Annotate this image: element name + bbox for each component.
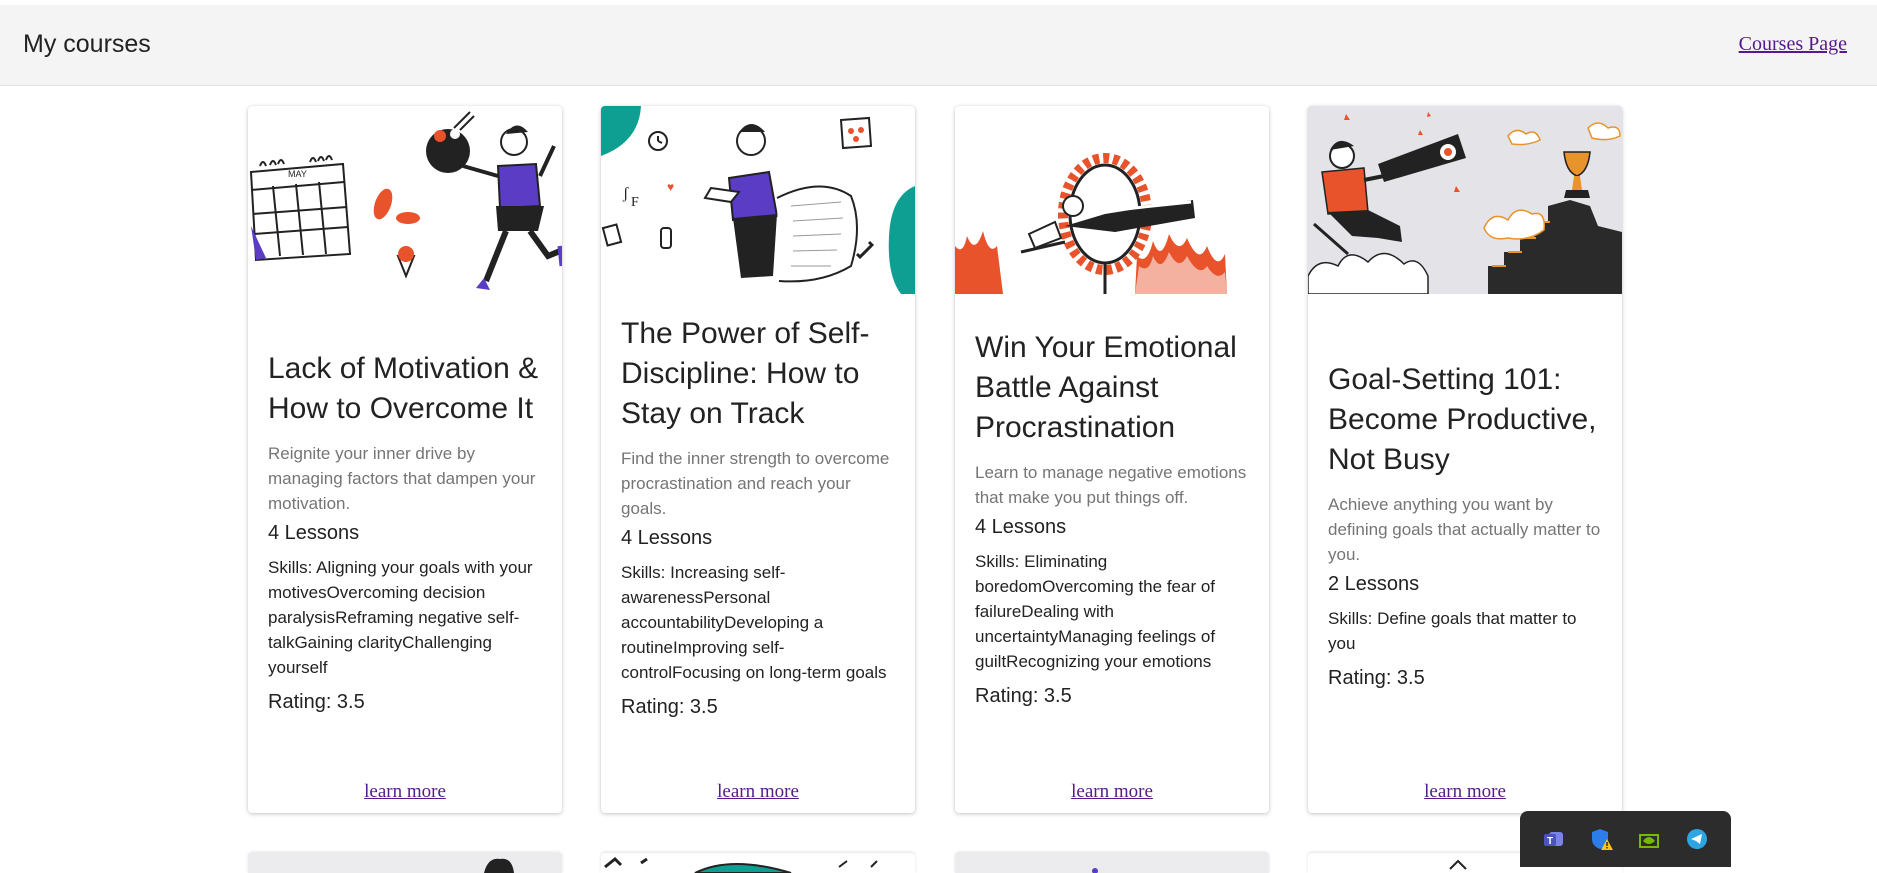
svg-text:♥: ♥ — [667, 180, 674, 194]
course-skills: Skills: Define goals that matter to you — [1328, 609, 1577, 653]
course-skills: Skills: Increasing self-awarenessPersona… — [621, 563, 887, 682]
course-card-partial[interactable] — [955, 853, 1269, 873]
course-rating: Rating: 3.5 — [975, 685, 1072, 707]
learn-more-link[interactable]: learn more — [1308, 781, 1622, 803]
lesson-count: 4 Lessons — [975, 516, 1067, 538]
svg-text:ʃ: ʃ — [622, 185, 629, 202]
course-description: Reignite your inner drive by managing fa… — [268, 444, 536, 513]
teams-icon[interactable]: T — [1541, 826, 1567, 852]
learn-more-link[interactable]: learn more — [248, 781, 562, 803]
telegram-icon[interactable] — [1684, 826, 1710, 852]
learn-more-link[interactable]: learn more — [955, 781, 1269, 803]
lesson-count: 4 Lessons — [621, 527, 713, 549]
svg-text:MAY: MAY — [288, 169, 307, 179]
security-warning-icon[interactable] — [1589, 826, 1615, 852]
course-title: Goal-Setting 101: Become Productive, Not… — [1328, 363, 1597, 476]
course-rating: Rating: 3.5 — [621, 696, 718, 718]
courses-page-link[interactable]: Courses Page — [1739, 33, 1847, 56]
course-card: Goal-Setting 101: Become Productive, Not… — [1308, 106, 1622, 813]
top-bar: My courses Courses Page — [0, 0, 1877, 86]
nvidia-icon[interactable] — [1636, 826, 1662, 852]
course-description: Find the inner strength to overcome proc… — [621, 449, 890, 518]
course-rating: Rating: 3.5 — [268, 691, 365, 713]
course-card-partial[interactable] — [601, 853, 915, 873]
lesson-count: 4 Lessons — [268, 522, 360, 544]
system-tray: T — [1520, 811, 1731, 867]
svg-text:T: T — [1547, 836, 1553, 847]
course-skills: Skills: Aligning your goals with your mo… — [268, 558, 533, 677]
course-card-partial[interactable] — [248, 853, 562, 873]
course-skills: Skills: Eliminating boredomOvercoming th… — [975, 552, 1216, 671]
course-title: Win Your Emotional Battle Against Procra… — [975, 331, 1237, 444]
learn-more-link[interactable]: learn more — [601, 781, 915, 803]
course-illustration — [955, 106, 1269, 294]
course-illustration — [1308, 106, 1622, 294]
course-rating: Rating: 3.5 — [1328, 667, 1425, 689]
course-card: ʃ F ♥ The Power of Self-Discipline: How … — [601, 106, 915, 813]
svg-text:F: F — [631, 195, 639, 210]
course-title: The Power of Self-Discipline: How to Sta… — [621, 317, 870, 430]
course-title: Lack of Motivation & How to Overcome It — [268, 352, 539, 425]
course-card: MAY Lack of Motivation & How to Overcome… — [248, 106, 562, 813]
course-card: Win Your Emotional Battle Against Procra… — [955, 106, 1269, 813]
course-description: Achieve anything you want by defining go… — [1328, 495, 1601, 564]
lesson-count: 2 Lessons — [1328, 573, 1420, 595]
page-title: My courses — [23, 30, 151, 58]
course-description: Learn to manage negative emotions that m… — [975, 463, 1247, 507]
course-illustration: ʃ F ♥ — [601, 106, 915, 294]
course-illustration: MAY — [248, 106, 562, 294]
